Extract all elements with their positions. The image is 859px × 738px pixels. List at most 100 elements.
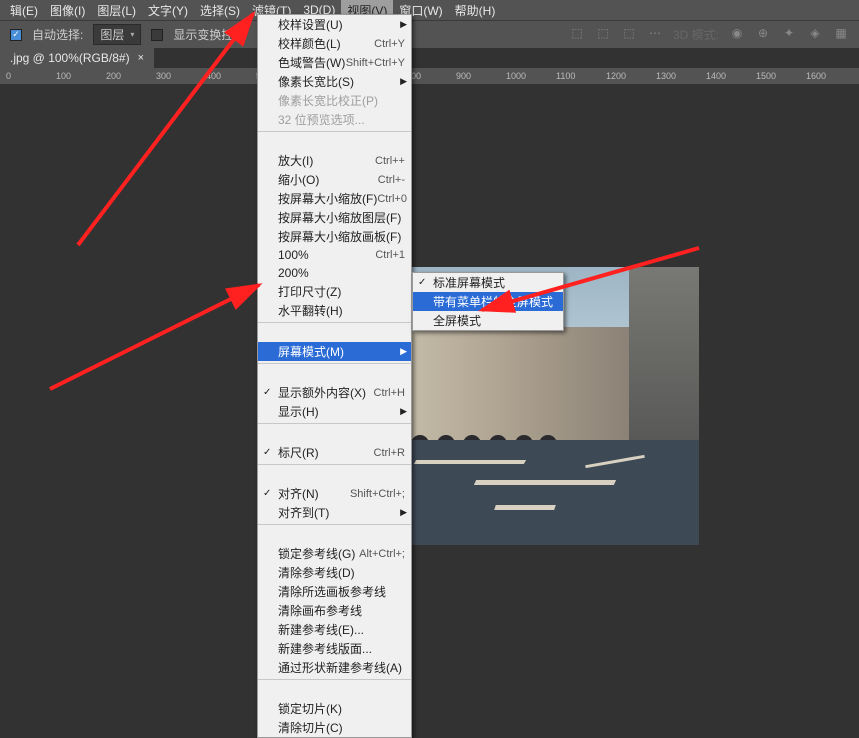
3d-icon[interactable]: ▦ (833, 26, 849, 43)
menu-item[interactable]: 水平翻转(H) (258, 301, 411, 320)
menu-item[interactable]: 清除参考线(D) (258, 563, 411, 582)
menu-item[interactable]: 显示(H)▶ (258, 402, 411, 421)
menu-item[interactable]: ✓ 标准屏幕模式 (413, 273, 563, 292)
menu-label: 按屏幕大小缩放画板(F) (278, 228, 405, 245)
auto-select-check[interactable]: ✓ (10, 29, 22, 41)
mode3d-label: 3D 模式: (673, 26, 719, 43)
menu-label: 标准屏幕模式 (433, 274, 505, 291)
menu-separator (258, 131, 411, 149)
toolbar-icons: ⬚ ⬚ ⬚ ⋯ 3D 模式: ◉ ⊕ ✦ ◈ ▦ (569, 26, 849, 43)
document-tab[interactable]: .jpg @ 100%(RGB/8#) × (0, 48, 154, 68)
screenmode-submenu: ✓ 标准屏幕模式带有菜单栏的全屏模式全屏模式 (412, 272, 564, 331)
shortcut: Shift+Ctrl+; (350, 488, 405, 500)
menu-item[interactable]: 打印尺寸(Z) (258, 282, 411, 301)
menu-item[interactable]: 按屏幕大小缩放图层(F) (258, 208, 411, 227)
menu-label: 标尺(R) (278, 444, 374, 461)
shortcut: Shift+Ctrl+Y (346, 57, 405, 69)
more-icon[interactable]: ⋯ (647, 26, 663, 43)
menu-item[interactable]: 选择(S) (194, 0, 246, 21)
menu-item[interactable]: 全屏模式 (413, 311, 563, 330)
menu-item[interactable]: 校样设置(U)▶ (258, 15, 411, 34)
chevron-right-icon: ▶ (400, 406, 407, 417)
layer-select[interactable]: 图层 (93, 24, 141, 45)
menu-label: 放大(I) (278, 152, 375, 169)
menu-item[interactable]: 按屏幕大小缩放画板(F) (258, 227, 411, 246)
3d-icon[interactable]: ◉ (729, 26, 745, 43)
menu-item[interactable]: 清除所选画板参考线 (258, 582, 411, 601)
menu-item[interactable]: 屏幕模式(M)▶ (258, 342, 411, 361)
auto-select-label: 自动选择: (32, 26, 83, 43)
ruler-tick: 1100 (556, 71, 575, 81)
menubar: 辑(E)图像(I)图层(L)文字(Y)选择(S)滤镜(T)3D(D)视图(V)窗… (0, 0, 859, 20)
menu-label: 色域警告(W) (278, 54, 346, 71)
menu-item[interactable]: 新建参考线版面... (258, 639, 411, 658)
align-icon[interactable]: ⬚ (569, 26, 585, 43)
menu-item[interactable]: 校样颜色(L)Ctrl+Y (258, 34, 411, 53)
menu-label: 校样颜色(L) (278, 35, 374, 52)
menu-label: 32 位预览选项... (278, 111, 405, 128)
menu-label: 清除参考线(D) (278, 564, 405, 581)
menu-item[interactable]: 文字(Y) (142, 0, 194, 21)
menu-label: 200% (278, 266, 405, 280)
menu-label: 对齐(N) (278, 485, 350, 502)
menu-label: 对齐到(T) (278, 504, 405, 521)
menu-label: 全屏模式 (433, 312, 481, 329)
shortcut: Ctrl+1 (375, 249, 405, 261)
shortcut: Ctrl+H (374, 387, 405, 399)
check-icon: ✓ (263, 488, 271, 499)
ruler-tick: 400 (206, 71, 221, 81)
menu-item[interactable]: 锁定切片(K) (258, 699, 411, 718)
menu-item[interactable]: 色域警告(W)Shift+Ctrl+Y (258, 53, 411, 72)
menu-item[interactable]: 清除画布参考线 (258, 601, 411, 620)
menu-item[interactable]: 通过形状新建参考线(A) (258, 658, 411, 677)
menu-label: 校样设置(U) (278, 16, 405, 33)
view-menu-dropdown: 校样设置(U)▶校样颜色(L)Ctrl+Y色域警告(W)Shift+Ctrl+Y… (257, 14, 412, 738)
menu-item[interactable]: 图像(I) (44, 0, 91, 21)
menu-label: 通过形状新建参考线(A) (278, 659, 405, 676)
menu-item[interactable]: 新建参考线(E)... (258, 620, 411, 639)
menu-item[interactable]: ✓ 标尺(R)Ctrl+R (258, 443, 411, 462)
menu-item[interactable]: 清除切片(C) (258, 718, 411, 737)
menu-item[interactable]: 像素长宽比(S)▶ (258, 72, 411, 91)
menu-label: 屏幕模式(M) (278, 343, 405, 360)
ruler-tick: 300 (156, 71, 171, 81)
menu-item[interactable]: 图层(L) (91, 0, 142, 21)
menu-item[interactable]: 锁定参考线(G)Alt+Ctrl+; (258, 544, 411, 563)
show-transform-check[interactable]: ✓ (151, 29, 163, 41)
3d-icon[interactable]: ◈ (807, 26, 823, 43)
menu-item[interactable]: 对齐到(T)▶ (258, 503, 411, 522)
menu-item[interactable]: 缩小(O)Ctrl+- (258, 170, 411, 189)
ruler-tick: 900 (456, 71, 471, 81)
close-icon[interactable]: × (138, 52, 144, 64)
check-icon: ✓ (418, 277, 426, 288)
options-bar: ✓ 自动选择: 图层 ✓ 显示变换控件 ⬚ ⬚ ⬚ ⋯ 3D 模式: ◉ ⊕ ✦… (0, 20, 859, 48)
menu-item[interactable]: 帮助(H) (449, 0, 502, 21)
align-icon[interactable]: ⬚ (595, 26, 611, 43)
menu-item[interactable]: 100%Ctrl+1 (258, 246, 411, 264)
menu-label: 显示(H) (278, 403, 405, 420)
chevron-right-icon: ▶ (400, 346, 407, 357)
menu-item[interactable]: ✓ 对齐(N)Shift+Ctrl+; (258, 484, 411, 503)
menu-label: 像素长宽比校正(P) (278, 92, 405, 109)
menu-item[interactable]: 带有菜单栏的全屏模式 (413, 292, 563, 311)
menu-item[interactable]: 放大(I)Ctrl++ (258, 151, 411, 170)
menu-label: 按屏幕大小缩放(F) (278, 190, 377, 207)
shortcut: Ctrl++ (375, 155, 405, 167)
menu-label: 100% (278, 248, 375, 262)
menu-label: 按屏幕大小缩放图层(F) (278, 209, 405, 226)
ruler-tick: 100 (56, 71, 71, 81)
menu-label: 显示额外内容(X) (278, 384, 374, 401)
menu-item[interactable]: 辑(E) (4, 0, 44, 21)
menu-label: 清除所选画板参考线 (278, 583, 405, 600)
menu-label: 清除画布参考线 (278, 602, 405, 619)
show-transform-label: 显示变换控件 (173, 26, 245, 43)
3d-icon[interactable]: ⊕ (755, 26, 771, 43)
menu-item[interactable]: 200% (258, 264, 411, 282)
ruler-tick: 0 (6, 71, 11, 81)
check-icon: ✓ (263, 447, 271, 458)
3d-icon[interactable]: ✦ (781, 26, 797, 43)
menu-item[interactable]: ✓显示额外内容(X)Ctrl+H (258, 383, 411, 402)
shortcut: Ctrl+R (374, 447, 405, 459)
align-icon[interactable]: ⬚ (621, 26, 637, 43)
menu-item[interactable]: 按屏幕大小缩放(F)Ctrl+0 (258, 189, 411, 208)
